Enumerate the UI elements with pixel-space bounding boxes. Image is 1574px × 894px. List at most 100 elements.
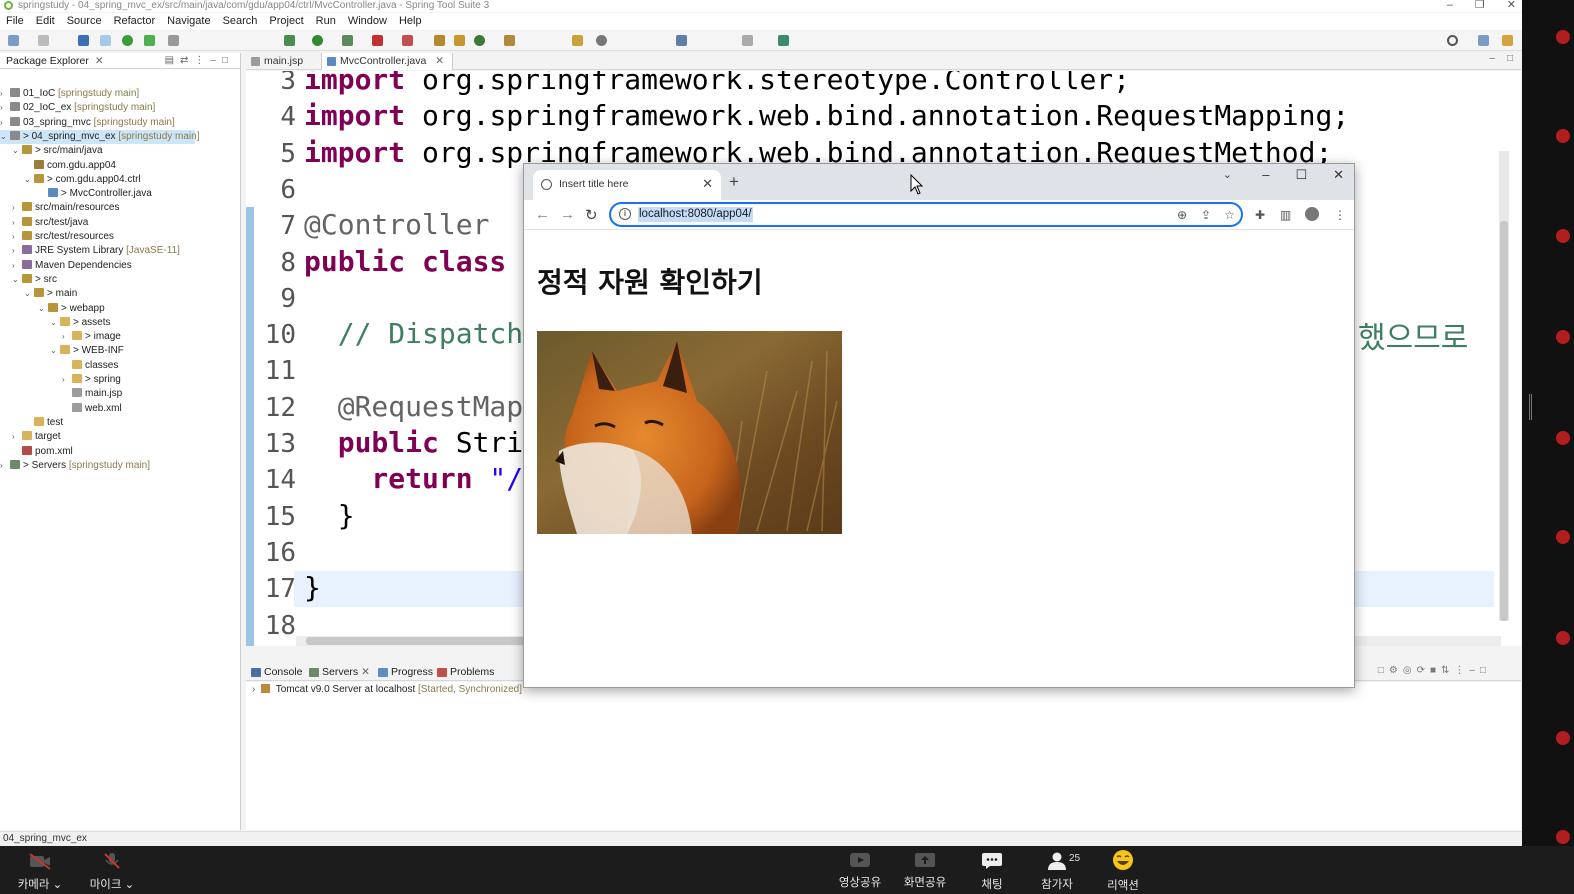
more-menu-icon[interactable]: ⋮ <box>1334 208 1346 222</box>
expand-toggle-icon[interactable]: › <box>12 430 22 444</box>
tree-node[interactable]: ⌄ > webapp <box>38 302 105 316</box>
tree-node[interactable]: pom.xml <box>12 445 73 459</box>
code-line[interactable]: 16 <box>254 534 304 570</box>
expand-toggle-icon[interactable]: › <box>12 230 22 244</box>
expand-toggle-icon[interactable]: › <box>62 373 72 387</box>
tab-mvccontroller-java[interactable]: MvcController.java ✕ <box>321 53 454 70</box>
tree-node[interactable]: > MvcController.java <box>38 187 152 201</box>
menu-search[interactable]: Search <box>217 13 264 30</box>
back-arrow-icon[interactable]: ← <box>535 206 550 223</box>
code-line[interactable]: 4 import org.springframework.web.bind.ann… <box>254 98 1349 134</box>
browser-tab[interactable]: Insert title here ✕ <box>533 170 721 200</box>
terminal-icon[interactable] <box>78 35 89 46</box>
profile-avatar-icon[interactable] <box>1305 207 1319 221</box>
new-java-project-icon[interactable] <box>434 35 445 46</box>
expand-toggle-icon[interactable]: ⌄ <box>38 302 48 316</box>
close-tab-icon[interactable]: ✕ <box>702 170 713 198</box>
reload-icon[interactable]: ↻ <box>585 206 598 224</box>
expand-toggle-icon[interactable]: ⌄ <box>24 173 34 187</box>
participants-button[interactable]: 25 참가자 <box>1031 852 1083 892</box>
screen-share-button[interactable]: 화면공유 <box>899 852 951 890</box>
reaction-button[interactable]: 리액션 <box>1097 850 1149 893</box>
expand-toggle-icon[interactable]: › <box>12 244 22 258</box>
console-toolbar[interactable]: □⚙◎⟳■⇅⋮–□ <box>1378 665 1491 676</box>
forward-nav-icon[interactable] <box>742 35 753 46</box>
code-line[interactable]: 15 } <box>254 498 355 534</box>
pin-editor-icon[interactable] <box>778 35 789 46</box>
url-selected-text[interactable]: localhost:8080/app04/ <box>638 207 753 222</box>
expand-toggle-icon[interactable]: ⌄ <box>12 144 22 158</box>
tree-node[interactable]: classes <box>62 359 118 373</box>
tree-node[interactable]: ⌄ > WEB-INF <box>50 344 124 358</box>
tree-node[interactable]: › target <box>12 430 61 444</box>
boot-dashboard-icon[interactable] <box>122 35 133 46</box>
tree-node[interactable]: › 02_IoC_ex [springstudy main] <box>0 101 155 115</box>
code-line[interactable]: 7 @Controller <box>254 207 489 243</box>
expand-toggle-icon[interactable]: ⌄ <box>12 273 22 287</box>
menu-navigate[interactable]: Navigate <box>161 13 216 30</box>
chat-button[interactable]: 채팅 <box>966 852 1018 892</box>
expand-icon[interactable]: › <box>252 684 255 695</box>
minimize-view-icon[interactable]: – <box>1489 53 1495 64</box>
code-line[interactable]: 10 // Dispatcher <box>254 316 557 352</box>
stop-icon[interactable] <box>372 35 383 46</box>
relaunch-icon[interactable] <box>144 35 155 46</box>
tab-search-icon[interactable]: ⌄ <box>1223 168 1232 181</box>
scroll-thumb[interactable] <box>306 637 536 645</box>
toggle-icon[interactable] <box>168 35 179 46</box>
tree-node[interactable]: ⌄ > 04_spring_mvc_ex [springstudy main] <box>0 129 200 144</box>
code-line[interactable]: 14 return "/WE <box>254 461 557 497</box>
run-icon[interactable] <box>312 35 323 46</box>
terminate-icon[interactable] <box>402 35 413 46</box>
tree-node[interactable]: ⌄ > src/main/java <box>12 144 103 158</box>
code-line[interactable]: 11 <box>254 352 304 388</box>
camera-button[interactable]: 카메라 ⌄ <box>14 852 66 892</box>
menu-file[interactable]: File <box>0 13 30 30</box>
package-explorer-tab[interactable]: Package Explorer ✕ ▤⇄⋮–□ <box>0 53 240 69</box>
video-share-button[interactable]: 영상공유 <box>834 852 886 890</box>
menu-help[interactable]: Help <box>393 13 428 30</box>
expand-toggle-icon[interactable]: ⌄ <box>50 344 60 358</box>
menu-project[interactable]: Project <box>263 13 309 30</box>
zoom-icon[interactable]: ⊕ <box>1177 208 1187 222</box>
new-tab-button[interactable]: + <box>729 172 739 192</box>
tab-console[interactable]: Console <box>250 665 303 679</box>
bookmark-star-icon[interactable]: ☆ <box>1224 208 1235 222</box>
tree-node[interactable]: › > image <box>62 330 121 344</box>
search-icon[interactable] <box>1447 35 1458 46</box>
tree-node[interactable]: ⌄ > src <box>12 273 57 287</box>
menu-window[interactable]: Window <box>342 13 393 30</box>
tree-node[interactable]: com.gdu.app04 <box>24 159 116 173</box>
mic-button[interactable]: 마이크 ⌄ <box>86 852 138 892</box>
open-perspective-icon[interactable] <box>1478 35 1489 46</box>
tree-node[interactable]: › 01_IoC [springstudy main] <box>0 87 139 101</box>
code-line[interactable]: 9 <box>254 280 304 316</box>
panel-resize-handle[interactable] <box>1529 394 1532 420</box>
tab-main-jsp[interactable]: main.jsp <box>246 53 311 70</box>
tree-node[interactable]: test <box>24 416 63 430</box>
expand-toggle-icon[interactable]: › <box>0 87 10 101</box>
tab-problems[interactable]: Problems <box>436 665 494 679</box>
expand-toggle-icon[interactable]: › <box>0 459 10 473</box>
address-bar[interactable]: i localhost:8080/app04/ ⊕ ⇪ ☆ <box>609 202 1243 227</box>
new-package-icon[interactable] <box>454 35 465 46</box>
tree-node[interactable]: ⌄ > com.gdu.app04.ctrl <box>24 173 141 187</box>
tree-node[interactable]: ⌄ > assets <box>50 316 111 330</box>
tree-node[interactable]: main.jsp <box>62 387 122 401</box>
expand-toggle-icon[interactable]: › <box>12 259 22 273</box>
minimize-icon[interactable]: – <box>1262 167 1269 183</box>
tree-node[interactable]: web.xml <box>62 402 122 416</box>
close-icon[interactable]: ✕ <box>361 666 370 678</box>
tree-node[interactable]: › src/main/resources <box>12 201 119 215</box>
menu-source[interactable]: Source <box>61 13 108 30</box>
java-perspective-icon[interactable] <box>1502 35 1513 46</box>
server-row[interactable]: › Tomcat v9.0 Server at localhost [Start… <box>252 684 522 695</box>
menu-run[interactable]: Run <box>310 13 342 30</box>
tree-node[interactable]: › > Servers [springstudy main] <box>0 459 150 473</box>
menu-refactor[interactable]: Refactor <box>108 13 162 30</box>
extensions-icon[interactable]: ✚ <box>1255 208 1265 222</box>
expand-toggle-icon[interactable]: ⌄ <box>50 316 60 330</box>
new-icon[interactable] <box>8 35 19 46</box>
expand-toggle-icon[interactable]: ⌄ <box>24 287 34 301</box>
editor-vertical-scrollbar[interactable] <box>1499 151 1509 621</box>
